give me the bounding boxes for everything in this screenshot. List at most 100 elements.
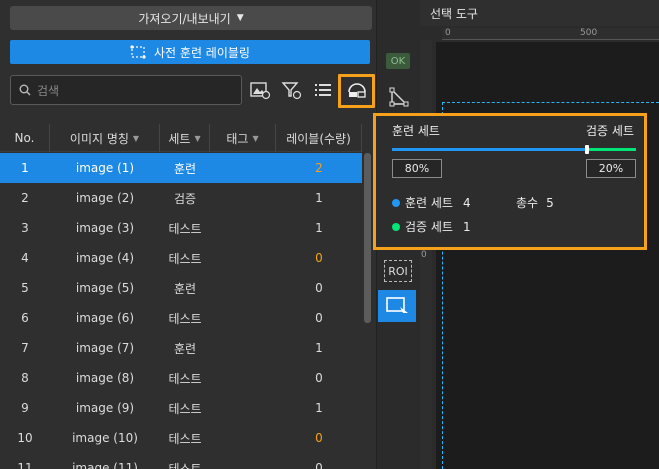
column-set[interactable]: 세트 ▼ [160, 124, 210, 152]
row-image-name: image (1) [75, 161, 135, 175]
row-number: 5 [21, 281, 29, 295]
column-labels[interactable]: 레이블(수량) [276, 124, 362, 152]
dataset-panel: 가져오기/내보내기 ▼ 사전 훈련 레이블링 검색 No. 이미지 명칭 ▼ 세… [0, 0, 376, 469]
column-set-label: 세트 [168, 131, 191, 146]
canvas-title: 선택 도구 [430, 6, 478, 21]
row-set: 테스트 [168, 461, 202, 469]
column-image-name-label: 이미지 명칭 [69, 131, 129, 146]
caret-down-icon: ▼ [236, 13, 244, 23]
roi-tool-button[interactable]: ROI [384, 260, 412, 282]
table-row[interactable]: 2 image (2) 검증 1 [0, 183, 362, 213]
split-slider[interactable] [392, 145, 636, 154]
row-number: 11 [17, 461, 33, 469]
total-value: 5 [546, 195, 554, 210]
list-view-icon[interactable] [311, 78, 335, 102]
row-image-name: image (9) [75, 401, 135, 415]
table-row[interactable]: 5 image (5) 훈련 0 [0, 273, 362, 303]
train-set-label: 훈련 세트 [392, 124, 440, 138]
row-label-count: 0 [315, 371, 323, 385]
column-tag-label: 태그 [226, 131, 249, 146]
train-count-stat: 훈련 세트 4 [392, 194, 471, 211]
val-count-stat: 검증 세트 1 [392, 218, 471, 235]
import-export-button[interactable]: 가져오기/내보내기 ▼ [10, 6, 372, 30]
table-row[interactable]: 1 image (1) 훈련 2 [0, 153, 362, 183]
row-label-count: 1 [315, 401, 323, 415]
polygon-tool-icon[interactable] [386, 84, 412, 110]
ok-badge: OK [386, 53, 410, 69]
table-row[interactable]: 6 image (6) 테스트 0 [0, 303, 362, 333]
row-set: 훈련 [173, 341, 197, 356]
train-percent-input[interactable]: 80% [392, 159, 442, 178]
val-percent-input[interactable]: 20% [586, 159, 636, 178]
search-input[interactable]: 검색 [10, 75, 242, 105]
row-number: 8 [21, 371, 29, 385]
slider-train-fill [392, 148, 588, 151]
row-set: 테스트 [168, 251, 202, 266]
val-dot-icon [392, 222, 400, 231]
train-count-value: 4 [462, 195, 471, 210]
column-image-name[interactable]: 이미지 명칭 ▼ [50, 124, 160, 152]
total-stat: 총수 5 [516, 194, 554, 211]
row-set: 테스트 [168, 371, 202, 386]
table-row[interactable]: 10 image (10) 테스트 0 [0, 423, 362, 453]
row-label-count: 0 [315, 311, 323, 325]
row-set: 검증 [173, 191, 197, 206]
val-count-label: 검증 세트 [405, 220, 453, 234]
row-image-name: image (6) [75, 311, 135, 325]
row-image-name: image (2) [75, 191, 135, 205]
ruler-tick-500: 500 [580, 28, 598, 38]
split-icon [347, 83, 366, 98]
table-row[interactable]: 9 image (9) 테스트 1 [0, 393, 362, 423]
row-label-count: 2 [315, 161, 323, 175]
row-number: 10 [17, 431, 33, 445]
list-scrollbar[interactable] [364, 153, 371, 323]
image-canvas[interactable] [436, 42, 659, 469]
column-labels-label: 레이블(수량) [286, 131, 351, 146]
canvas-header: 선택 도구 [420, 0, 659, 26]
val-count-value: 1 [462, 219, 471, 234]
row-image-name: image (11) [72, 461, 138, 469]
row-image-name: image (3) [75, 221, 135, 235]
train-dot-icon [392, 198, 400, 207]
rectangle-tool-button[interactable] [378, 290, 416, 322]
pretrain-labeling-label: 사전 훈련 레이블링 [154, 45, 250, 60]
row-set: 훈련 [173, 281, 197, 296]
row-label-count: 1 [315, 191, 323, 205]
sort-icon: ▼ [194, 133, 201, 143]
slider-thumb[interactable] [585, 145, 590, 154]
row-image-name: image (4) [75, 251, 135, 265]
auto-label-icon [130, 45, 146, 59]
column-no[interactable]: No. [0, 124, 50, 152]
dataset-split-popup: 훈련 세트 검증 세트 80% 20% 훈련 세트 4 총수 5 검증 세트 1 [373, 113, 647, 250]
filter-icon[interactable] [280, 78, 304, 102]
dataset-split-button[interactable] [338, 74, 375, 108]
row-image-name: image (7) [75, 341, 135, 355]
table-row[interactable]: 7 image (7) 훈련 1 [0, 333, 362, 363]
table-row[interactable]: 3 image (3) 테스트 1 [0, 213, 362, 243]
column-tag[interactable]: 태그 ▼ [210, 124, 276, 152]
sort-icon: ▼ [252, 133, 259, 143]
table-row[interactable]: 8 image (8) 테스트 0 [0, 363, 362, 393]
image-settings-icon[interactable] [248, 78, 272, 102]
row-image-name: image (8) [75, 371, 135, 385]
table-row[interactable]: 4 image (4) 테스트 0 [0, 243, 362, 273]
search-placeholder: 검색 [37, 83, 60, 98]
row-number: 3 [21, 221, 29, 235]
row-label-count: 1 [315, 341, 323, 355]
row-label-count: 0 [315, 281, 323, 295]
row-set: 테스트 [168, 221, 202, 236]
row-number: 4 [21, 251, 29, 265]
row-set: 테스트 [168, 311, 202, 326]
table-row[interactable]: 11 image (11) 테스트 0 [0, 453, 362, 469]
row-set: 테스트 [168, 431, 202, 446]
row-image-name: image (5) [75, 281, 135, 295]
column-no-label: No. [14, 131, 35, 145]
train-count-label: 훈련 세트 [405, 196, 453, 210]
pretrain-labeling-button[interactable]: 사전 훈련 레이블링 [10, 40, 370, 64]
row-image-name: image (10) [72, 431, 138, 445]
ruler-vertical: 0 [420, 40, 432, 469]
val-set-label: 검증 세트 [586, 124, 634, 138]
row-number: 6 [21, 311, 29, 325]
total-label: 총수 [516, 196, 539, 210]
table-header: No. 이미지 명칭 ▼ 세트 ▼ 태그 ▼ 레이블(수량) [0, 124, 362, 152]
